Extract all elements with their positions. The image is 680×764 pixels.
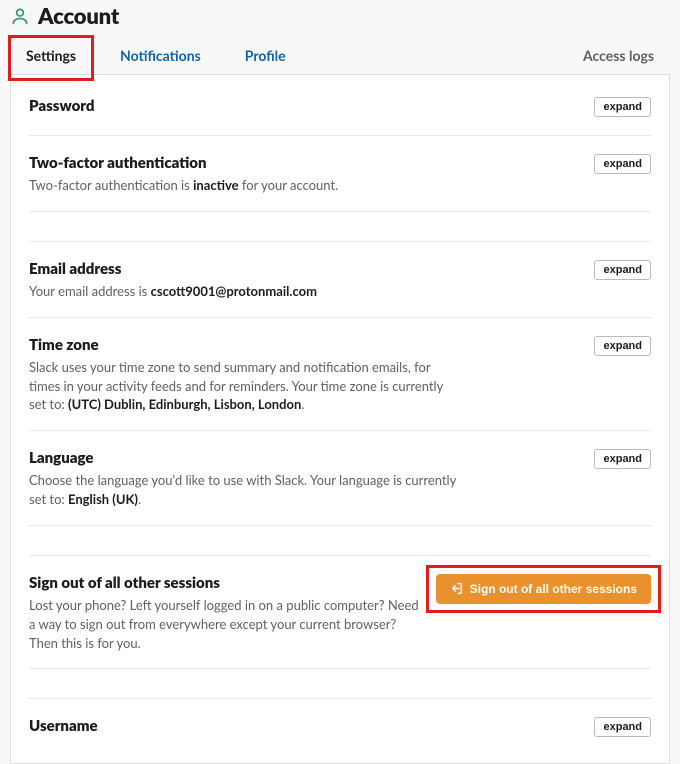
username-title: Username [29,717,98,735]
password-title: Password [29,97,95,115]
spacer [29,212,651,242]
section-timezone: Time zone Slack uses your time zone to s… [29,318,651,432]
expand-timezone-button[interactable]: expand [594,336,651,356]
expand-password-button[interactable]: expand [594,97,651,117]
sign-out-icon [450,582,463,595]
section-password: Password expand [29,79,651,136]
language-description: Choose the language you'd like to use wi… [29,471,459,509]
spacer [29,669,651,699]
language-title: Language [29,449,459,467]
timezone-description: Slack uses your time zone to send summar… [29,358,459,415]
section-sign-out-all: Sign out of all other sessions Lost your… [29,556,651,670]
section-email: Email address Your email address is csco… [29,242,651,318]
page-title-bar: Account [0,0,680,37]
sign-out-all-sessions-button[interactable]: Sign out of all other sessions [436,574,651,604]
page-title: Account [38,2,119,29]
expand-email-button[interactable]: expand [594,260,651,280]
timezone-title: Time zone [29,336,459,354]
section-username: Username expand [29,699,651,755]
sign-out-all-sessions-label: Sign out of all other sessions [470,582,637,596]
tabs: Settings Notifications Profile Access lo… [0,37,680,74]
sign-out-all-description: Lost your phone? Left yourself logged in… [29,596,419,653]
tab-notifications[interactable]: Notifications [104,37,217,74]
tab-settings[interactable]: Settings [10,37,92,74]
expand-username-button[interactable]: expand [594,717,651,737]
spacer [29,526,651,556]
expand-language-button[interactable]: expand [594,449,651,469]
section-two-factor: Two-factor authentication Two-factor aut… [29,136,651,212]
two-factor-description: Two-factor authentication is inactive fo… [29,176,338,195]
two-factor-title: Two-factor authentication [29,154,338,172]
email-description: Your email address is cscott9001@protonm… [29,282,317,301]
email-title: Email address [29,260,317,278]
person-icon [10,6,30,26]
sign-out-all-title: Sign out of all other sessions [29,574,419,592]
tab-access-logs[interactable]: Access logs [567,37,670,74]
section-language: Language Choose the language you'd like … [29,431,651,526]
expand-two-factor-button[interactable]: expand [594,154,651,174]
tab-profile[interactable]: Profile [229,37,302,74]
settings-panel: Password expand Two-factor authenticatio… [10,74,670,764]
